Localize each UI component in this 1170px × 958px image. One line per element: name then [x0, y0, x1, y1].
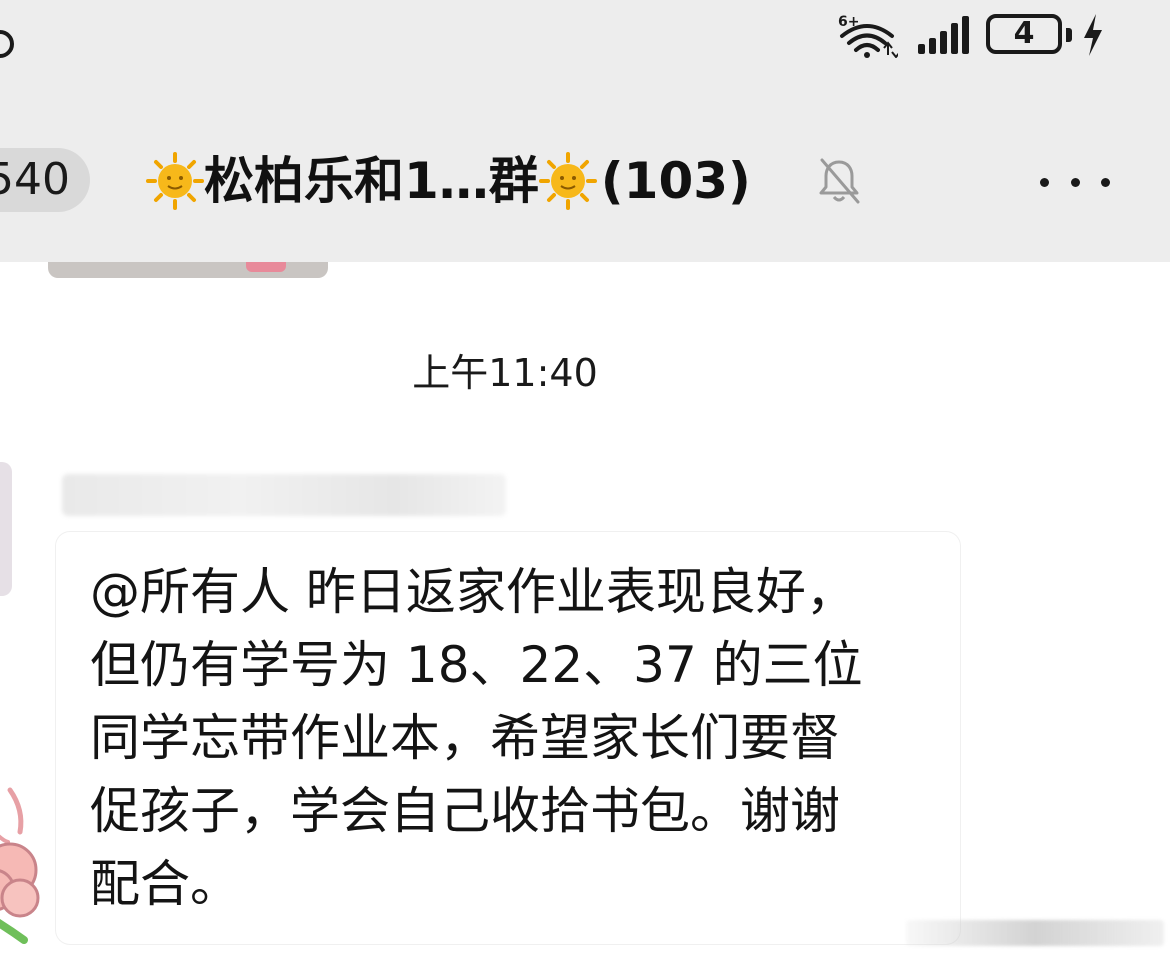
group-name: 松柏乐和1…群 [204, 152, 539, 210]
status-indicator-icon [0, 30, 14, 58]
battery-level: 4 [1013, 16, 1035, 51]
chat-header: 540 松柏乐和1…群 (103) [0, 110, 1170, 262]
status-bar: 6+ 4 [0, 0, 1170, 110]
flower-sticker-icon [0, 787, 40, 944]
message-text: @所有人 昨日返家作业表现良好， 但仍有学号为 18、22、37 的三位 同学忘… [90, 563, 863, 913]
message-timestamp: 上午11:40 [412, 351, 598, 395]
unread-count: 540 [0, 154, 70, 205]
wifi-icon: 6+ [838, 14, 898, 58]
previous-image-message[interactable] [48, 262, 328, 278]
watermark [906, 920, 1164, 946]
avatar[interactable] [0, 462, 12, 596]
more-icon[interactable] [1040, 162, 1110, 202]
battery-icon: 4 [986, 14, 1062, 54]
chat-title[interactable]: 松柏乐和1…群 (103) [146, 146, 751, 216]
back-button[interactable]: 540 [0, 148, 90, 212]
sun-face-icon [146, 152, 204, 210]
charging-icon [1084, 14, 1102, 56]
member-count: (103) [600, 152, 751, 210]
signal-icon [918, 16, 969, 54]
sender-name-blurred [62, 474, 506, 516]
bell-muted-icon [819, 158, 860, 204]
chat-screen: 6+ 4 540 松柏乐和1…群 (103) 上午11:40 @所有人 昨日返家… [0, 0, 1170, 958]
battery-cap [1066, 28, 1072, 42]
sun-face-icon [538, 152, 597, 210]
